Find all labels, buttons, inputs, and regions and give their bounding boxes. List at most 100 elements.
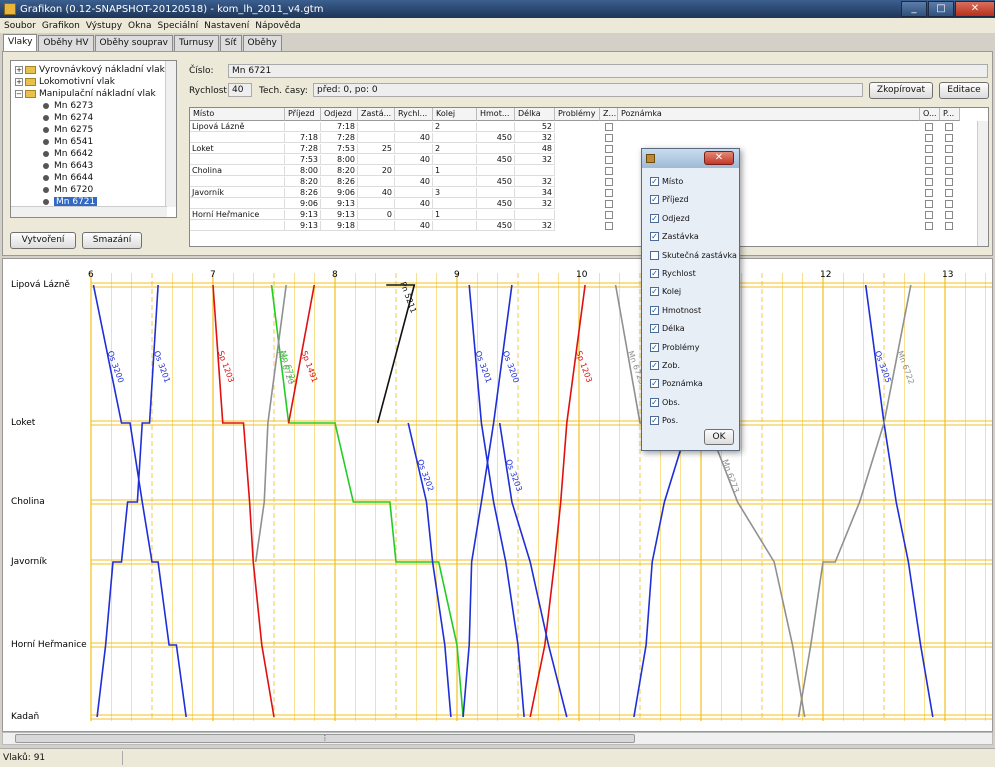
close-button[interactable]: ✕ [955, 1, 995, 17]
table-cell[interactable]: 8:00 [321, 155, 358, 165]
tree-group-vyrovnavkovy[interactable]: + Vyrovnávkový nákladní vlak [15, 64, 165, 76]
table-cell[interactable] [358, 177, 395, 187]
row-checkbox[interactable] [925, 200, 933, 208]
table-cell[interactable]: 25 [358, 144, 395, 154]
table-cell[interactable]: 20 [358, 166, 395, 176]
row-checkbox[interactable] [925, 178, 933, 186]
table-cell[interactable]: 9:06 [285, 199, 321, 209]
table-cell[interactable]: 7:18 [285, 133, 321, 143]
table-cell[interactable] [358, 122, 395, 132]
table-cell[interactable]: 450 [477, 133, 515, 143]
column-header[interactable]: Odjezd [321, 108, 358, 121]
row-checkbox[interactable] [945, 189, 953, 197]
table-cell[interactable]: 450 [477, 155, 515, 165]
table-cell[interactable] [515, 166, 555, 176]
table-cell[interactable]: 7:28 [285, 144, 321, 154]
table-cell[interactable] [433, 177, 477, 187]
table-cell[interactable]: 9:13 [285, 210, 321, 220]
copy-button[interactable]: Zkopírovat [869, 82, 933, 99]
table-cell[interactable] [395, 210, 433, 220]
row-checkbox[interactable] [945, 123, 953, 131]
column-header[interactable]: O... [920, 108, 940, 121]
table-cell[interactable]: 9:06 [321, 188, 358, 198]
table-cell[interactable]: 8:26 [285, 188, 321, 198]
column-option[interactable]: ✓ Hmotnost [650, 304, 701, 317]
table-cell[interactable]: 7:18 [321, 122, 358, 132]
table-cell[interactable] [395, 122, 433, 132]
table-cell[interactable] [433, 155, 477, 165]
checkbox-icon[interactable]: ✓ [650, 324, 659, 334]
create-button[interactable]: Vytvoření [10, 232, 76, 249]
table-cell[interactable]: 32 [515, 221, 555, 231]
table-cell[interactable] [358, 133, 395, 143]
table-cell[interactable] [190, 177, 285, 187]
table-cell[interactable]: 40 [395, 177, 433, 187]
checkbox-icon[interactable]: ✓ [650, 269, 659, 278]
table-cell[interactable] [477, 144, 515, 154]
table-cell[interactable] [358, 199, 395, 209]
table-cell[interactable]: 32 [515, 155, 555, 165]
column-option[interactable]: ✓ Kolej [650, 285, 681, 298]
row-checkbox[interactable] [605, 178, 613, 186]
tab-obehy[interactable]: Oběhy [242, 35, 282, 51]
row-checkbox[interactable] [945, 156, 953, 164]
checkbox-icon[interactable]: ✓ [650, 287, 659, 297]
tree-item[interactable]: Mn 6720 [43, 184, 93, 196]
row-checkbox[interactable] [925, 134, 933, 142]
column-option[interactable]: ✓ Pos. [650, 414, 678, 427]
table-cell[interactable]: 9:13 [285, 221, 321, 231]
table-cell[interactable]: 40 [358, 188, 395, 198]
column-option[interactable]: ✓ Zob. [650, 359, 680, 372]
column-option[interactable]: Skutečná zastávka [650, 249, 737, 262]
table-cell[interactable]: 40 [395, 199, 433, 209]
table-cell[interactable]: Javorník [190, 188, 285, 198]
checkbox-icon[interactable]: ✓ [650, 397, 659, 407]
menu-okna[interactable]: Okna [128, 21, 152, 31]
row-checkbox[interactable] [605, 211, 613, 219]
row-checkbox[interactable] [925, 123, 933, 131]
table-cell[interactable] [395, 188, 433, 198]
collapse-icon[interactable]: − [15, 90, 23, 98]
column-option[interactable]: ✓ Rychlost [650, 267, 696, 280]
table-cell[interactable]: 32 [515, 133, 555, 143]
tree-item[interactable]: Mn 6275 [43, 124, 93, 136]
menu-napoveda[interactable]: Nápověda [255, 21, 301, 31]
table-vertical-scrollbar[interactable] [977, 121, 988, 246]
dialog-close-button[interactable]: ✕ [704, 151, 734, 165]
table-cell[interactable]: 9:13 [321, 210, 358, 220]
table-cell[interactable]: 1 [433, 166, 477, 176]
tree-vertical-scrollbar[interactable] [165, 61, 176, 207]
column-header[interactable]: Z... [600, 108, 618, 121]
table-cell[interactable]: 9:13 [321, 199, 358, 209]
table-cell[interactable] [433, 221, 477, 231]
checkbox-icon[interactable] [650, 250, 659, 260]
table-cell[interactable]: Loket [190, 144, 285, 154]
column-header[interactable]: Poznámka [618, 108, 920, 121]
table-cell[interactable] [433, 133, 477, 143]
maximize-button[interactable]: □ [928, 1, 954, 17]
table-cell[interactable]: 8:20 [285, 177, 321, 187]
tab-sit[interactable]: Síť [219, 35, 242, 51]
column-option[interactable]: ✓ Místo [650, 175, 683, 188]
row-checkbox[interactable] [925, 189, 933, 197]
checkbox-icon[interactable]: ✓ [650, 177, 659, 186]
table-cell[interactable]: 48 [515, 144, 555, 154]
table-cell[interactable]: 1 [433, 210, 477, 220]
checkbox-icon[interactable]: ✓ [650, 232, 659, 242]
table-cell[interactable]: 2 [433, 144, 477, 154]
column-header[interactable]: Rychl... [395, 108, 433, 121]
column-option[interactable]: ✓ Poznámka [650, 377, 703, 390]
row-checkbox[interactable] [605, 134, 613, 142]
table-cell[interactable]: 0 [358, 210, 395, 220]
column-option[interactable]: ✓ Problémy [650, 341, 699, 354]
tree-item[interactable]: Mn 6274 [43, 112, 93, 124]
table-cell[interactable] [190, 221, 285, 231]
column-header[interactable]: P... [940, 108, 960, 121]
menu-soubor[interactable]: Soubor [4, 21, 36, 31]
row-checkbox[interactable] [925, 156, 933, 164]
speed-field[interactable]: 40 [228, 83, 252, 97]
expand-icon[interactable]: + [15, 78, 23, 86]
row-checkbox[interactable] [945, 134, 953, 142]
row-checkbox[interactable] [925, 211, 933, 219]
menu-specialni[interactable]: Speciální [158, 21, 199, 31]
